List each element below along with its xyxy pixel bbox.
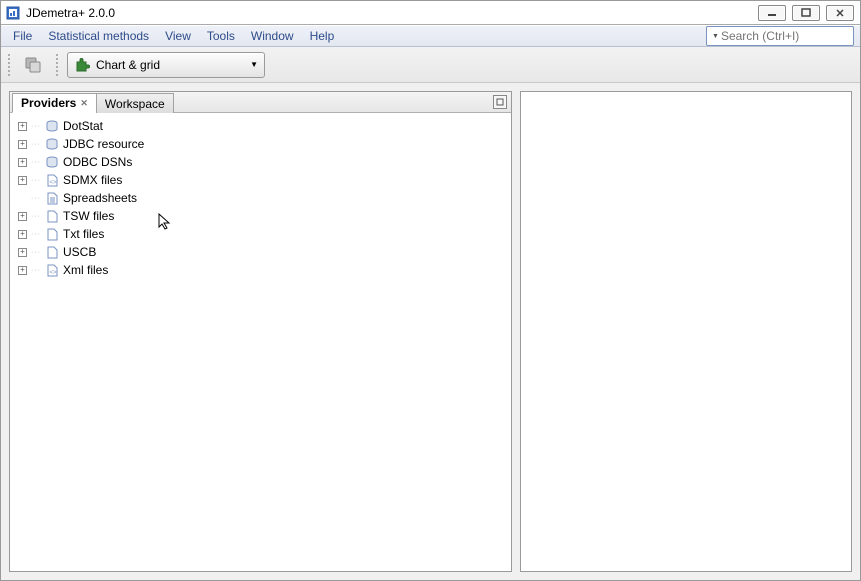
toolbar-grip [7, 53, 11, 77]
file-code-icon: <> [45, 173, 59, 187]
toolbar-grip-2 [55, 53, 59, 77]
tree-connector: ··· [31, 123, 41, 130]
menu-tools[interactable]: Tools [199, 27, 243, 45]
database-icon [45, 155, 59, 169]
file-icon [45, 227, 59, 241]
maximize-button[interactable] [792, 5, 820, 21]
tree-item[interactable]: + ··· ODBC DSNs [14, 153, 507, 171]
tree-connector: ··· [31, 213, 41, 220]
file-icon [45, 245, 59, 259]
tool-bar: Chart & grid ▼ [1, 47, 860, 83]
menu-help[interactable]: Help [302, 27, 343, 45]
tree-connector: ··· [31, 249, 41, 256]
tab-strip: Providers ✕ Workspace [10, 92, 511, 113]
panel-maximize-button[interactable] [493, 95, 507, 109]
expand-icon[interactable]: + [18, 266, 27, 275]
tab-workspace-label: Workspace [105, 97, 165, 111]
chart-grid-label: Chart & grid [96, 58, 160, 72]
tree-item[interactable]: + ··· <> Xml files [14, 261, 507, 279]
tree-connector: ··· [31, 141, 41, 148]
menu-window[interactable]: Window [243, 27, 302, 45]
tab-providers-label: Providers [21, 96, 76, 110]
tree-connector: ··· [31, 267, 41, 274]
window-controls [758, 5, 860, 21]
tree-item[interactable]: + ··· TSW files [14, 207, 507, 225]
window-title: JDemetra+ 2.0.0 [26, 6, 758, 20]
tree-connector: ··· [31, 195, 41, 202]
svg-text:<>: <> [49, 180, 57, 186]
database-icon [45, 119, 59, 133]
app-icon [5, 5, 21, 21]
tree-item[interactable]: + ··· JDBC resource [14, 135, 507, 153]
puzzle-icon [74, 57, 90, 73]
content-area: Providers ✕ Workspace + ··· DotStat + ··… [1, 83, 860, 580]
expand-icon[interactable]: + [18, 158, 27, 167]
tree-item[interactable]: + ··· <> SDMX files [14, 171, 507, 189]
tree-item-label: TSW files [63, 209, 114, 223]
tree-item-label: DotStat [63, 119, 103, 133]
menu-statistical-methods[interactable]: Statistical methods [40, 27, 157, 45]
expand-icon[interactable]: + [18, 212, 27, 221]
providers-tree: + ··· DotStat + ··· JDBC resource + ··· … [10, 113, 511, 571]
tree-connector: ··· [31, 159, 41, 166]
tree-connector: ··· [31, 177, 41, 184]
tree-connector: ··· [31, 231, 41, 238]
menu-view[interactable]: View [157, 27, 199, 45]
right-panel [520, 91, 852, 572]
panel-maximize-icon [496, 98, 504, 106]
title-bar: JDemetra+ 2.0.0 [1, 1, 860, 25]
menu-file[interactable]: File [5, 27, 40, 45]
tree-item-label: Spreadsheets [63, 191, 137, 205]
svg-text:<>: <> [49, 270, 57, 276]
minimize-button[interactable] [758, 5, 786, 21]
tree-item[interactable]: ··· Spreadsheets [14, 189, 507, 207]
tree-item-label: ODBC DSNs [63, 155, 132, 169]
tree-item[interactable]: + ··· USCB [14, 243, 507, 261]
close-icon[interactable]: ✕ [80, 98, 88, 109]
tree-item-label: SDMX files [63, 173, 122, 187]
tree-item[interactable]: + ··· Txt files [14, 225, 507, 243]
file-code-icon: <> [45, 263, 59, 277]
search-input[interactable] [719, 28, 861, 44]
copy-icon [23, 55, 43, 75]
search-box[interactable]: ▼ [706, 26, 854, 46]
expand-icon[interactable]: + [18, 230, 27, 239]
menu-bar: File Statistical methods View Tools Wind… [1, 25, 860, 47]
close-icon [835, 8, 845, 18]
tree-item-label: Xml files [63, 263, 108, 277]
expand-icon[interactable]: + [18, 248, 27, 257]
file-icon [45, 209, 59, 223]
close-button[interactable] [826, 5, 854, 21]
tree-item-label: Txt files [63, 227, 104, 241]
minimize-icon [767, 9, 777, 17]
expand-icon[interactable]: + [18, 140, 27, 149]
spreadsheet-icon [45, 191, 59, 205]
chevron-down-icon: ▼ [250, 60, 258, 69]
database-icon [45, 137, 59, 151]
maximize-icon [801, 8, 811, 17]
expand-icon[interactable]: + [18, 122, 27, 131]
copy-button[interactable] [19, 51, 47, 79]
search-dropdown-icon: ▼ [712, 33, 719, 40]
expand-icon[interactable]: + [18, 176, 27, 185]
tab-providers[interactable]: Providers ✕ [12, 93, 97, 113]
tab-workspace[interactable]: Workspace [96, 93, 174, 113]
chart-grid-dropdown[interactable]: Chart & grid ▼ [67, 52, 265, 78]
tree-item-label: JDBC resource [63, 137, 144, 151]
tree-item[interactable]: + ··· DotStat [14, 117, 507, 135]
tree-item-label: USCB [63, 245, 96, 259]
left-panel: Providers ✕ Workspace + ··· DotStat + ··… [9, 91, 512, 572]
